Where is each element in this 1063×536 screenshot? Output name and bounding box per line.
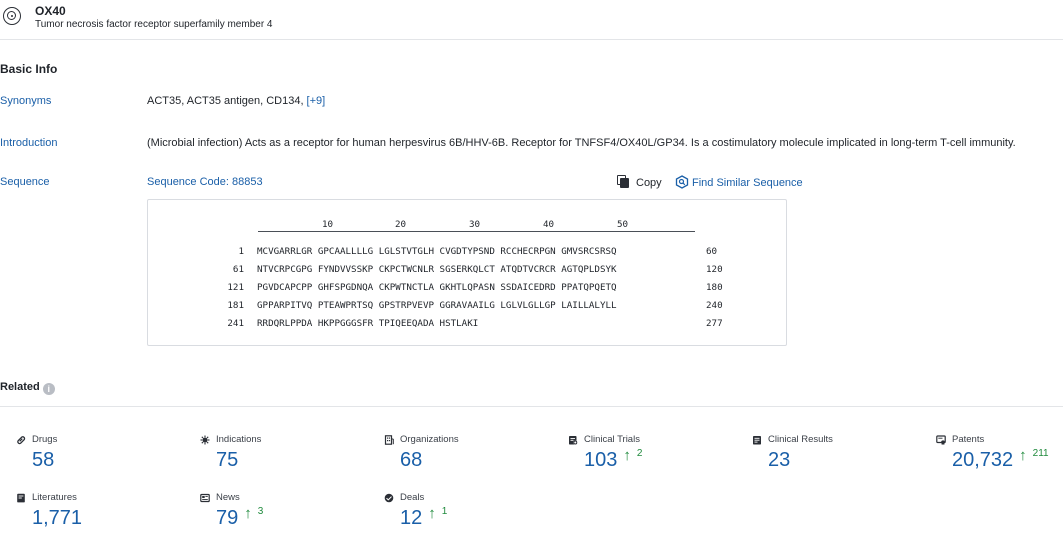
stat-value[interactable]: 23 [768,449,790,472]
related-title: Relatedi [0,381,55,395]
pill-icon [16,435,26,445]
sequence-row-end: 240 [706,300,723,311]
stat-label: Deals [400,492,424,503]
stat-deals[interactable]: Deals 12 ↑1 [384,492,447,530]
stat-organizations[interactable]: Organizations 68 [384,434,459,472]
related-title-text: Related [0,381,40,393]
sequence-row-start: 241 [148,318,244,329]
stat-label: Clinical Results [768,434,833,445]
stat-drugs[interactable]: Drugs 58 [16,434,57,472]
ruler-tick: 10 [322,219,333,230]
synonyms-label: Synonyms [0,95,51,107]
building-icon [384,435,394,445]
stat-delta: ↑ 211 [1019,448,1048,463]
sequence-row: 121 PGVDCAPCPP GHFSPGDNQA CKPWTNCTLA GKH… [148,282,788,296]
sequence-row-residues: GPPARPITVQ PTEAWPRTSQ GPSTRPVEVP GGRAVAA… [257,300,617,311]
stat-delta-value: 3 [258,506,264,521]
sequence-row-residues: NTVCRPCGPG FYNDVVSSKP CKPCTWCNLR SGSERKQ… [257,264,617,275]
increase-arrow-icon: ↑ [623,448,631,463]
basic-info-title: Basic Info [0,62,57,76]
report-icon [752,435,762,445]
sequence-row-start: 181 [148,300,244,311]
stat-value[interactable]: 103 [584,449,617,472]
stat-delta-value: 2 [637,448,643,463]
copy-icon [617,175,629,188]
increase-arrow-icon: ↑ [244,506,252,521]
stat-label: Patents [952,434,984,445]
ruler-tick: 20 [395,219,406,230]
stat-delta: ↑2 [623,448,642,463]
target-header: OX40 Tumor necrosis factor receptor supe… [0,0,1063,40]
stat-delta: ↑3 [244,506,263,521]
stat-delta: ↑1 [428,506,447,521]
sequence-row-residues: PGVDCAPCPP GHFSPGDNQA CKPWTNCTLA GKHTLQP… [257,282,617,293]
synonyms-more-link[interactable]: [+9] [307,95,326,107]
stat-delta-value: 211 [1033,448,1049,463]
synonyms-text: ACT35, ACT35 antigen, CD134, [147,95,304,107]
sequence-row-residues: RRDQRLPPDA HKPPGGGSFR TPIQEEQADA HSTLAKI [257,318,478,329]
document-icon [16,493,26,503]
stat-value[interactable]: 79 [216,507,238,530]
sequence-viewer: 10 20 30 40 50 1 MCVGARRLGR GPCAALLLLG L… [147,199,787,346]
stat-label: Organizations [400,434,459,445]
stat-value[interactable]: 1,771 [32,507,82,530]
stat-label: Literatures [32,492,77,503]
ruler-tick: 40 [543,219,554,230]
sequence-ruler [258,231,695,232]
info-icon[interactable]: i [43,383,55,395]
sequence-row-end: 277 [706,318,723,329]
find-similar-icon [675,175,689,189]
stat-value[interactable]: 75 [216,449,238,472]
stat-news[interactable]: News 79 ↑3 [200,492,263,530]
newspaper-icon [200,493,210,503]
sequence-row-start: 121 [148,282,244,293]
sequence-row-end: 120 [706,264,723,275]
clipboard-icon [568,435,578,445]
target-subtitle: Tumor necrosis factor receptor superfami… [35,19,273,30]
target-icon [3,7,21,25]
sequence-label: Sequence [0,176,50,188]
stat-label: Indications [216,434,261,445]
stat-clinical-results[interactable]: Clinical Results 23 [752,434,833,472]
target-title: OX40 [35,4,66,18]
stat-value[interactable]: 68 [400,449,422,472]
sequence-row-end: 60 [706,246,717,257]
increase-arrow-icon: ↑ [428,506,436,521]
sequence-row-start: 1 [148,246,244,257]
find-similar-label: Find Similar Sequence [692,177,803,189]
stat-label: Clinical Trials [584,434,640,445]
ruler-tick: 50 [617,219,628,230]
stat-label: News [216,492,240,503]
find-similar-sequence-button[interactable]: Find Similar Sequence [675,175,803,189]
stat-delta-value: 1 [442,506,448,521]
sequence-row-start: 61 [148,264,244,275]
introduction-value: (Microbial infection) Acts as a receptor… [147,137,1016,149]
stat-literatures[interactable]: Literatures 1,771 [16,492,82,530]
copy-label: Copy [636,177,662,189]
stat-value[interactable]: 20,732 [952,449,1013,472]
patent-icon [936,435,946,445]
stat-indications[interactable]: Indications 75 [200,434,261,472]
ruler-tick: 30 [469,219,480,230]
sequence-row: 1 MCVGARRLGR GPCAALLLLG LGLSTVTGLH CVGDT… [148,246,788,260]
sequence-code-link[interactable]: Sequence Code: 88853 [147,176,263,188]
stat-label: Drugs [32,434,57,445]
sequence-row: 181 GPPARPITVQ PTEAWPRTSQ GPSTRPVEVP GGR… [148,300,788,314]
synonyms-value: ACT35, ACT35 antigen, CD134,[+9] [147,95,325,107]
copy-button[interactable]: Copy [617,175,662,189]
increase-arrow-icon: ↑ [1019,448,1027,463]
stat-clinical-trials[interactable]: Clinical Trials 103 ↑2 [568,434,642,472]
sequence-row-residues: MCVGARRLGR GPCAALLLLG LGLSTVTGLH CVGDTYP… [257,246,617,257]
stat-value[interactable]: 12 [400,507,422,530]
introduction-label: Introduction [0,137,57,149]
related-divider [0,406,1063,407]
sequence-row: 241 RRDQRLPPDA HKPPGGGSFR TPIQEEQADA HST… [148,318,788,332]
stat-patents[interactable]: Patents 20,732 ↑ 211 [936,434,1049,472]
handshake-icon [384,493,394,503]
sequence-row-end: 180 [706,282,723,293]
stat-value[interactable]: 58 [32,449,54,472]
sequence-row: 61 NTVCRPCGPG FYNDVVSSKP CKPCTWCNLR SGSE… [148,264,788,278]
virus-icon [200,435,210,445]
